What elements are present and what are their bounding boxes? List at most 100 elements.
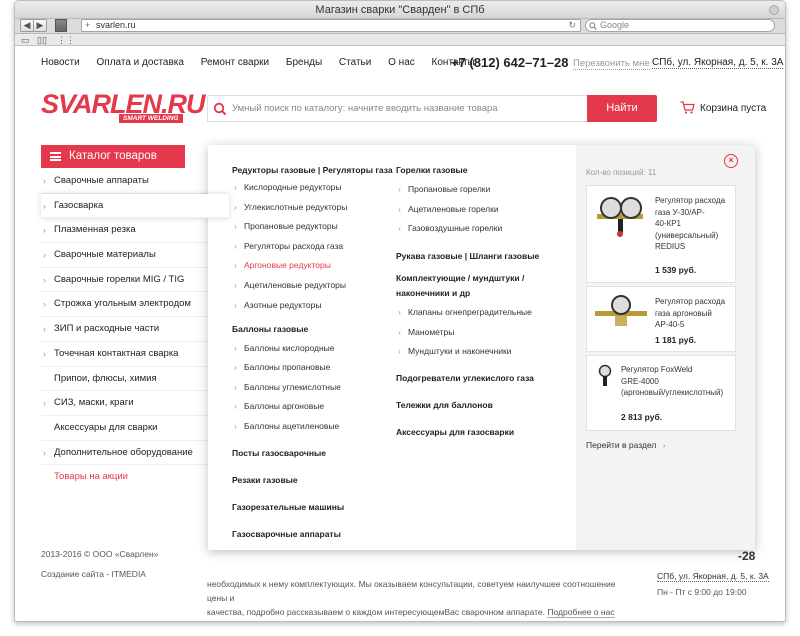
sidebar-item-label: Точечная контактная сварка: [54, 347, 179, 359]
link-nozzles-tips[interactable]: Мундштуки и наконечники: [396, 346, 539, 357]
footer-text-line: необходимых к нему комплектующих. Мы ока…: [207, 579, 616, 603]
catalog-search-input[interactable]: Умный поиск по каталогу: начните вводить…: [207, 95, 587, 122]
fullscreen-button[interactable]: [769, 5, 779, 15]
category-cylinders[interactable]: Баллоны газовые: [232, 324, 393, 335]
nav-payment-delivery[interactable]: Оплата и доставка: [97, 57, 184, 68]
link-flashback-valves[interactable]: Клапаны огнепреградительные: [396, 307, 539, 318]
link-gauges[interactable]: Манометры: [396, 327, 539, 338]
product-price: 1 181 руб.: [655, 335, 697, 345]
nav-repair[interactable]: Ремонт сварки: [201, 57, 269, 68]
link-flow-regulators[interactable]: Регуляторы расхода газа: [232, 241, 393, 252]
link-acetylene-reducers[interactable]: Ацетиленовые редукторы: [232, 280, 393, 291]
product-card[interactable]: Регулятор расхода газа аргоновый АР-40-5…: [586, 286, 736, 352]
product-name[interactable]: Регулятор FoxWeld GRE-4000 (аргоновый/уг…: [621, 364, 723, 399]
nav-about[interactable]: О нас: [388, 57, 415, 68]
product-name-line: 40-КР1: [655, 219, 682, 228]
sidebar-item-label: Припои, флюсы, химия: [54, 372, 157, 384]
sidebar-item-welding-torches[interactable]: › Сварочные горелки MIG / TIG: [41, 268, 209, 293]
callback-link[interactable]: Перезвонить мне: [573, 58, 650, 70]
title-bar: Магазин сварки "Сварден" в СПб: [15, 1, 785, 19]
link-oxygen-cylinders[interactable]: Баллоны кислородные: [232, 343, 393, 354]
sidebar-item-label: Дополнительное оборудование: [54, 446, 193, 458]
back-button[interactable]: ◀: [20, 19, 34, 32]
sidebar-item-label: Товары на акции: [54, 471, 128, 483]
sidebar-item-label: Сварочные горелки MIG / TIG: [54, 273, 185, 285]
header-address[interactable]: СПб, ул. Якорная, д. 5, к. 3А: [652, 57, 784, 69]
link-propane-reducers[interactable]: Пропановые редукторы: [232, 221, 393, 232]
close-icon[interactable]: ×: [724, 154, 738, 168]
link-co2-cylinders[interactable]: Баллоны углекислотные: [232, 382, 393, 393]
link-argon-cylinders[interactable]: Баллоны аргоновые: [232, 401, 393, 412]
nav-brands[interactable]: Бренды: [286, 57, 322, 68]
category-gas-cutting-machines[interactable]: Газорезательные машины: [232, 502, 393, 513]
cart[interactable]: Корзина пуста: [680, 101, 767, 114]
search-icon: [213, 102, 227, 116]
category-gas-accessories[interactable]: Аксессуары для газосварки: [396, 427, 539, 438]
sidebar-item-plasma-cutting[interactable]: › Плазменная резка: [41, 218, 209, 244]
bookmarks-icon[interactable]: ▯▯: [37, 35, 47, 46]
category-gas-welding-machines[interactable]: Газосварочные аппараты: [232, 529, 393, 540]
link-acetylene-torches[interactable]: Ацетиленовые горелки: [396, 204, 539, 215]
category-gas-hoses[interactable]: Рукава газовые | Шланги газовые: [396, 251, 539, 262]
product-name[interactable]: Регулятор расхода газа У-30/АР- 40-КР1 (…: [655, 195, 725, 253]
web-page: Новости Оплата и доставка Ремонт сварки …: [15, 47, 785, 621]
add-tab-icon[interactable]: +: [85, 20, 90, 31]
footer-developer[interactable]: Создание сайта - ITMEDIA: [41, 569, 146, 579]
cart-label: Корзина пуста: [700, 103, 767, 114]
sidebar-item-label: Сварочные аппараты: [54, 175, 149, 186]
link-propane-cylinders[interactable]: Баллоны пропановые: [232, 362, 393, 373]
sidebar-item-accessories[interactable]: Аксессуары для сварки: [41, 416, 209, 441]
link-acetylene-cylinders[interactable]: Баллоны ацетиленовые: [232, 421, 393, 432]
find-button[interactable]: Найти: [587, 95, 657, 122]
sidebar-item-extra-equipment[interactable]: › Дополнительное оборудование: [41, 441, 209, 466]
tabs-icon[interactable]: [55, 19, 67, 32]
catalog-button[interactable]: Каталог товаров: [41, 145, 185, 168]
sidebar-item-gas-welding[interactable]: › Газосварка: [41, 193, 229, 219]
reload-icon[interactable]: ↻: [568, 20, 576, 31]
category-gas-torches[interactable]: Горелки газовые: [396, 165, 539, 176]
top-sites-icon[interactable]: ⋮⋮: [57, 35, 75, 46]
category-co2-heaters[interactable]: Подогреватели углекислого газа: [396, 373, 539, 384]
category-gas-welding-posts[interactable]: Посты газосварочные: [232, 448, 393, 459]
sidebar-item-solders-fluxes[interactable]: Припои, флюсы, химия: [41, 367, 209, 392]
footer-phone[interactable]: -28: [738, 549, 755, 563]
link-gas-air-torches[interactable]: Газовоздушные горелки: [396, 223, 539, 234]
sidebar-item-label: СИЗ, маски, краги: [54, 397, 134, 409]
chevron-right-icon: ›: [43, 225, 46, 236]
link-oxygen-reducers[interactable]: Кислородные редукторы: [232, 182, 393, 193]
product-name-line: Регулятор расхода: [655, 196, 726, 205]
nav-news[interactable]: Новости: [41, 57, 80, 68]
product-card[interactable]: Регулятор FoxWeld GRE-4000 (аргоновый/уг…: [586, 355, 736, 431]
goto-section-link[interactable]: Перейти в раздел ›: [586, 440, 666, 450]
sidebar-item-welding-materials[interactable]: › Сварочные материалы: [41, 243, 209, 268]
category-reducers[interactable]: Редукторы газовые | Регуляторы газа: [232, 165, 393, 176]
category-gas-cutters[interactable]: Резаки газовые: [232, 475, 393, 486]
sidebar-item-ppe[interactable]: › СИЗ, маски, краги: [41, 391, 209, 416]
forward-button[interactable]: ▶: [33, 19, 47, 32]
chevron-right-icon: ›: [662, 440, 666, 450]
link-co2-reducers[interactable]: Углекислотные редукторы: [232, 202, 393, 213]
reading-list-icon[interactable]: ▭: [21, 35, 30, 46]
product-price: 1 539 руб.: [655, 265, 697, 275]
sidebar-item-carbon-gouging[interactable]: › Строжка угольным электродом: [41, 292, 209, 318]
category-cylinder-carts[interactable]: Тележки для баллонов: [396, 400, 539, 411]
footer-address[interactable]: СПб, ул. Якорная, д. 5, к. 3А: [657, 571, 769, 582]
category-components[interactable]: Комплектующие / мундштуки / наконечники …: [396, 273, 539, 299]
link-argon-reducers[interactable]: Аргоновые редукторы: [232, 260, 393, 271]
sidebar-item-spot-welding[interactable]: › Точечная контактная сварка: [41, 342, 209, 367]
product-name[interactable]: Регулятор расхода газа аргоновый АР-40-5: [655, 296, 725, 331]
sidebar-item-promo[interactable]: Товары на акции: [41, 465, 209, 490]
sidebar-item-welding-machines[interactable]: › Сварочные аппараты: [41, 169, 209, 194]
site-logo[interactable]: SVARLEN.RU SMART WELDING: [41, 91, 206, 123]
header-phone[interactable]: +7 (812) 642–71–28: [451, 55, 568, 70]
sidebar-item-spare-parts[interactable]: › ЗИП и расходные части: [41, 317, 209, 342]
link-propane-torches[interactable]: Пропановые горелки: [396, 184, 539, 195]
address-bar[interactable]: + svarlen.ru ↻: [81, 19, 581, 32]
components-links: Клапаны огнепреградительные Манометры Му…: [396, 307, 539, 357]
product-card[interactable]: Регулятор расхода газа У-30/АР- 40-КР1 (…: [586, 185, 736, 283]
link-nitrogen-reducers[interactable]: Азотные редукторы: [232, 300, 393, 311]
search-icon: [589, 22, 597, 30]
browser-search-field[interactable]: Google: [585, 19, 775, 32]
about-more-link[interactable]: Подробнее о нас: [547, 607, 615, 618]
nav-articles[interactable]: Статьи: [339, 57, 371, 68]
